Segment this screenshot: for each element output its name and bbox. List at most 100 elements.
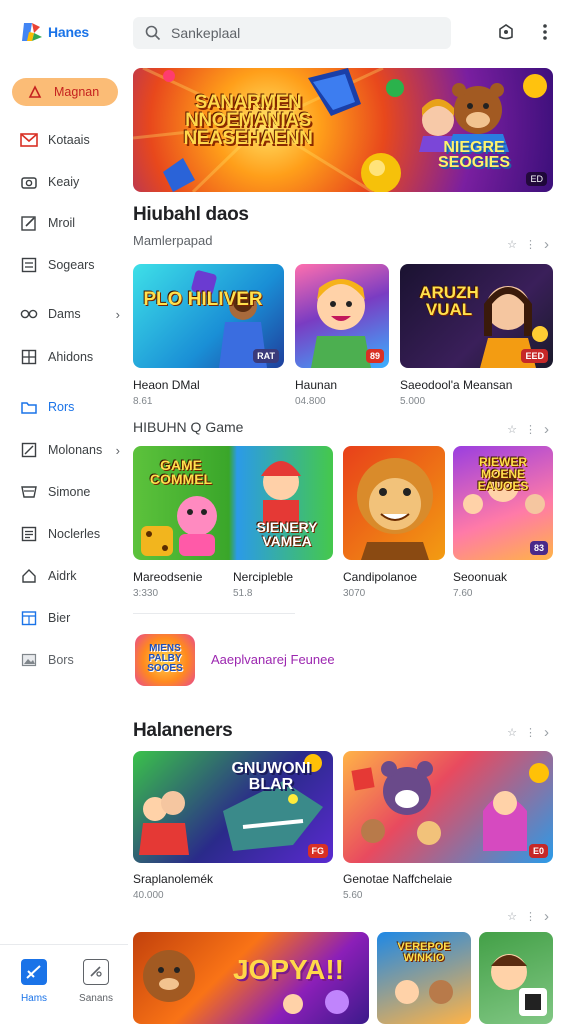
sidebar-item-label: Bors	[48, 653, 74, 667]
sidebar-item-11[interactable]: Aidrk	[20, 562, 120, 590]
card-art	[357, 458, 433, 560]
calendar-icon	[20, 609, 38, 627]
sidebar-item-label: Aidrk	[48, 569, 77, 583]
sidebar-item-5[interactable]: Dams ›	[20, 300, 120, 328]
mail-icon	[20, 131, 38, 149]
more-icon[interactable]: ⋮	[525, 910, 536, 923]
sidebar-item-6[interactable]: Ahidons	[20, 343, 120, 371]
top-bar: Hanes Sankeplaal	[0, 0, 576, 64]
card-badge: 83	[529, 541, 548, 555]
game-card[interactable]: VEREPOE WINKIO	[377, 932, 471, 1024]
grid-icon	[20, 348, 38, 366]
sidebar-item-1[interactable]: Kotaais	[20, 126, 120, 154]
sidebar-item-label: Simone	[48, 485, 91, 499]
sidebar-item-label: Sogears	[48, 258, 95, 272]
sidebar-item-4[interactable]: Sogears	[20, 251, 120, 279]
sidebar-item-7[interactable]: Rors	[20, 393, 120, 421]
star-icon[interactable]: ☆	[507, 238, 517, 251]
card-badge: E0	[528, 844, 548, 858]
chevron-right-icon[interactable]: ›	[544, 236, 549, 253]
row-actions: ☆ ⋮ ›	[507, 236, 549, 253]
hero-subtitle: NIEGRE SEOGIES	[437, 139, 511, 171]
chevron-right-icon[interactable]: ›	[544, 724, 549, 741]
sidebar-item-12[interactable]: Bier	[20, 604, 120, 632]
card-art	[491, 954, 547, 1016]
card-badge: RAT	[253, 349, 279, 363]
edit-icon	[20, 214, 38, 232]
card-name: Heaon DMal	[133, 378, 200, 392]
card-name: Nercipleble	[233, 570, 294, 584]
star-icon[interactable]: ☆	[507, 726, 517, 739]
card-meta: 8.61	[133, 396, 153, 407]
star-icon[interactable]: ☆	[507, 910, 517, 923]
game-card[interactable]: 89	[295, 264, 389, 368]
search-bar[interactable]: Sankeplaal	[133, 17, 451, 49]
card-meta: 04.800	[295, 396, 326, 407]
card-title-art: RIEWER MOENE EAUOES	[477, 455, 529, 493]
card-title-art: ARUZH VUAL	[419, 283, 479, 319]
sidebar-item-8[interactable]: Molonans ›	[20, 436, 120, 464]
sidebar-item-2[interactable]: Keaiy	[20, 168, 120, 196]
sidebar-item-0[interactable]: Magnan	[12, 78, 118, 106]
search-input[interactable]: Sankeplaal	[171, 25, 240, 41]
sidebar-item-label: Bier	[48, 611, 71, 625]
sidebar-item-label: Rors	[48, 400, 75, 414]
sidebar: Magnan Kotaais Keaiy Mroil Sogears Dams …	[0, 64, 128, 944]
infinity-icon	[20, 305, 38, 323]
promo-banner[interactable]: MIENS PALBY SOOES Aaeplvanarej Feunee	[133, 630, 553, 690]
app-logo[interactable]: Hanes	[20, 19, 89, 45]
bottom-nav-item-stats[interactable]: Sanans	[68, 959, 124, 1004]
sidebar-item-9[interactable]: Simone	[20, 478, 120, 506]
card-meta: 7.60	[453, 588, 473, 599]
game-card[interactable]: RIEWER MOENE EAUOES 83	[453, 446, 553, 560]
game-controller-icon	[21, 959, 47, 985]
more-icon[interactable]: ⋮	[525, 238, 536, 251]
game-card[interactable]: E0	[343, 751, 553, 863]
game-card[interactable]: ARUZH VUAL EED	[400, 264, 553, 368]
card-title-art: GAME COMMEL	[149, 457, 213, 487]
sidebar-item-label: Molonans	[48, 443, 103, 457]
folder-icon	[20, 398, 38, 416]
game-card[interactable]: GAME COMMEL SIENERY VAMEA	[133, 446, 333, 560]
row-actions: ☆ ⋮ ›	[507, 908, 549, 925]
section-subtitle: Mamlerpapad	[133, 233, 213, 248]
more-menu-button[interactable]	[533, 20, 557, 44]
card-title-art: SIENERY VAMEA	[256, 519, 318, 549]
game-card[interactable]: JOPYA!!	[133, 932, 369, 1024]
card-name: Genotae Naffchelaie	[343, 872, 453, 886]
sidebar-item-label: Dams	[48, 307, 81, 321]
promo-logo-text: MIENS PALBY SOOES	[147, 643, 183, 674]
inbox-icon	[20, 483, 38, 501]
logo-icon	[22, 23, 42, 41]
more-icon[interactable]: ⋮	[525, 726, 536, 739]
more-vert-icon	[543, 24, 547, 40]
sidebar-item-10[interactable]: Noclerles	[20, 520, 120, 548]
square-slash-icon	[20, 441, 38, 459]
flame-icon	[26, 83, 44, 101]
section-title: HIBUHN Q Game	[133, 419, 244, 435]
sidebar-item-label: Ahidons	[48, 350, 94, 364]
game-card[interactable]	[343, 446, 445, 560]
game-card[interactable]: PLO HILIVER RAT	[133, 264, 284, 368]
bottom-nav: Hams Sanans	[0, 944, 128, 1024]
card-name: Candipolanoe	[343, 570, 418, 584]
sidebar-item-3[interactable]: Mroil	[20, 209, 120, 237]
chevron-right-icon[interactable]: ›	[544, 421, 549, 438]
card-badge: 89	[365, 349, 384, 363]
bottom-nav-label: Hams	[20, 993, 48, 1004]
card-meta: 3:330	[133, 588, 159, 599]
chevron-right-icon[interactable]: ›	[544, 908, 549, 925]
sidebar-item-13[interactable]: Bors	[20, 646, 120, 674]
card-name: Sraplanolemék	[133, 872, 214, 886]
hero-title: SANARMEN NNOEMANIAS NEASEHAENN	[183, 92, 313, 149]
account-button[interactable]	[494, 20, 518, 44]
row-actions: ☆ ⋮ ›	[507, 421, 549, 438]
hero-banner[interactable]: SANARMEN NNOEMANIAS NEASEHAENN NIEGRE SE…	[133, 68, 553, 192]
chevron-right-icon: ›	[115, 306, 120, 322]
bottom-nav-item-home[interactable]: Hams	[6, 959, 62, 1004]
game-card[interactable]	[479, 932, 553, 1024]
more-icon[interactable]: ⋮	[525, 423, 536, 436]
account-icon	[499, 24, 513, 40]
game-card[interactable]: GNUWONI BLAR FG	[133, 751, 333, 863]
star-icon[interactable]: ☆	[507, 423, 517, 436]
